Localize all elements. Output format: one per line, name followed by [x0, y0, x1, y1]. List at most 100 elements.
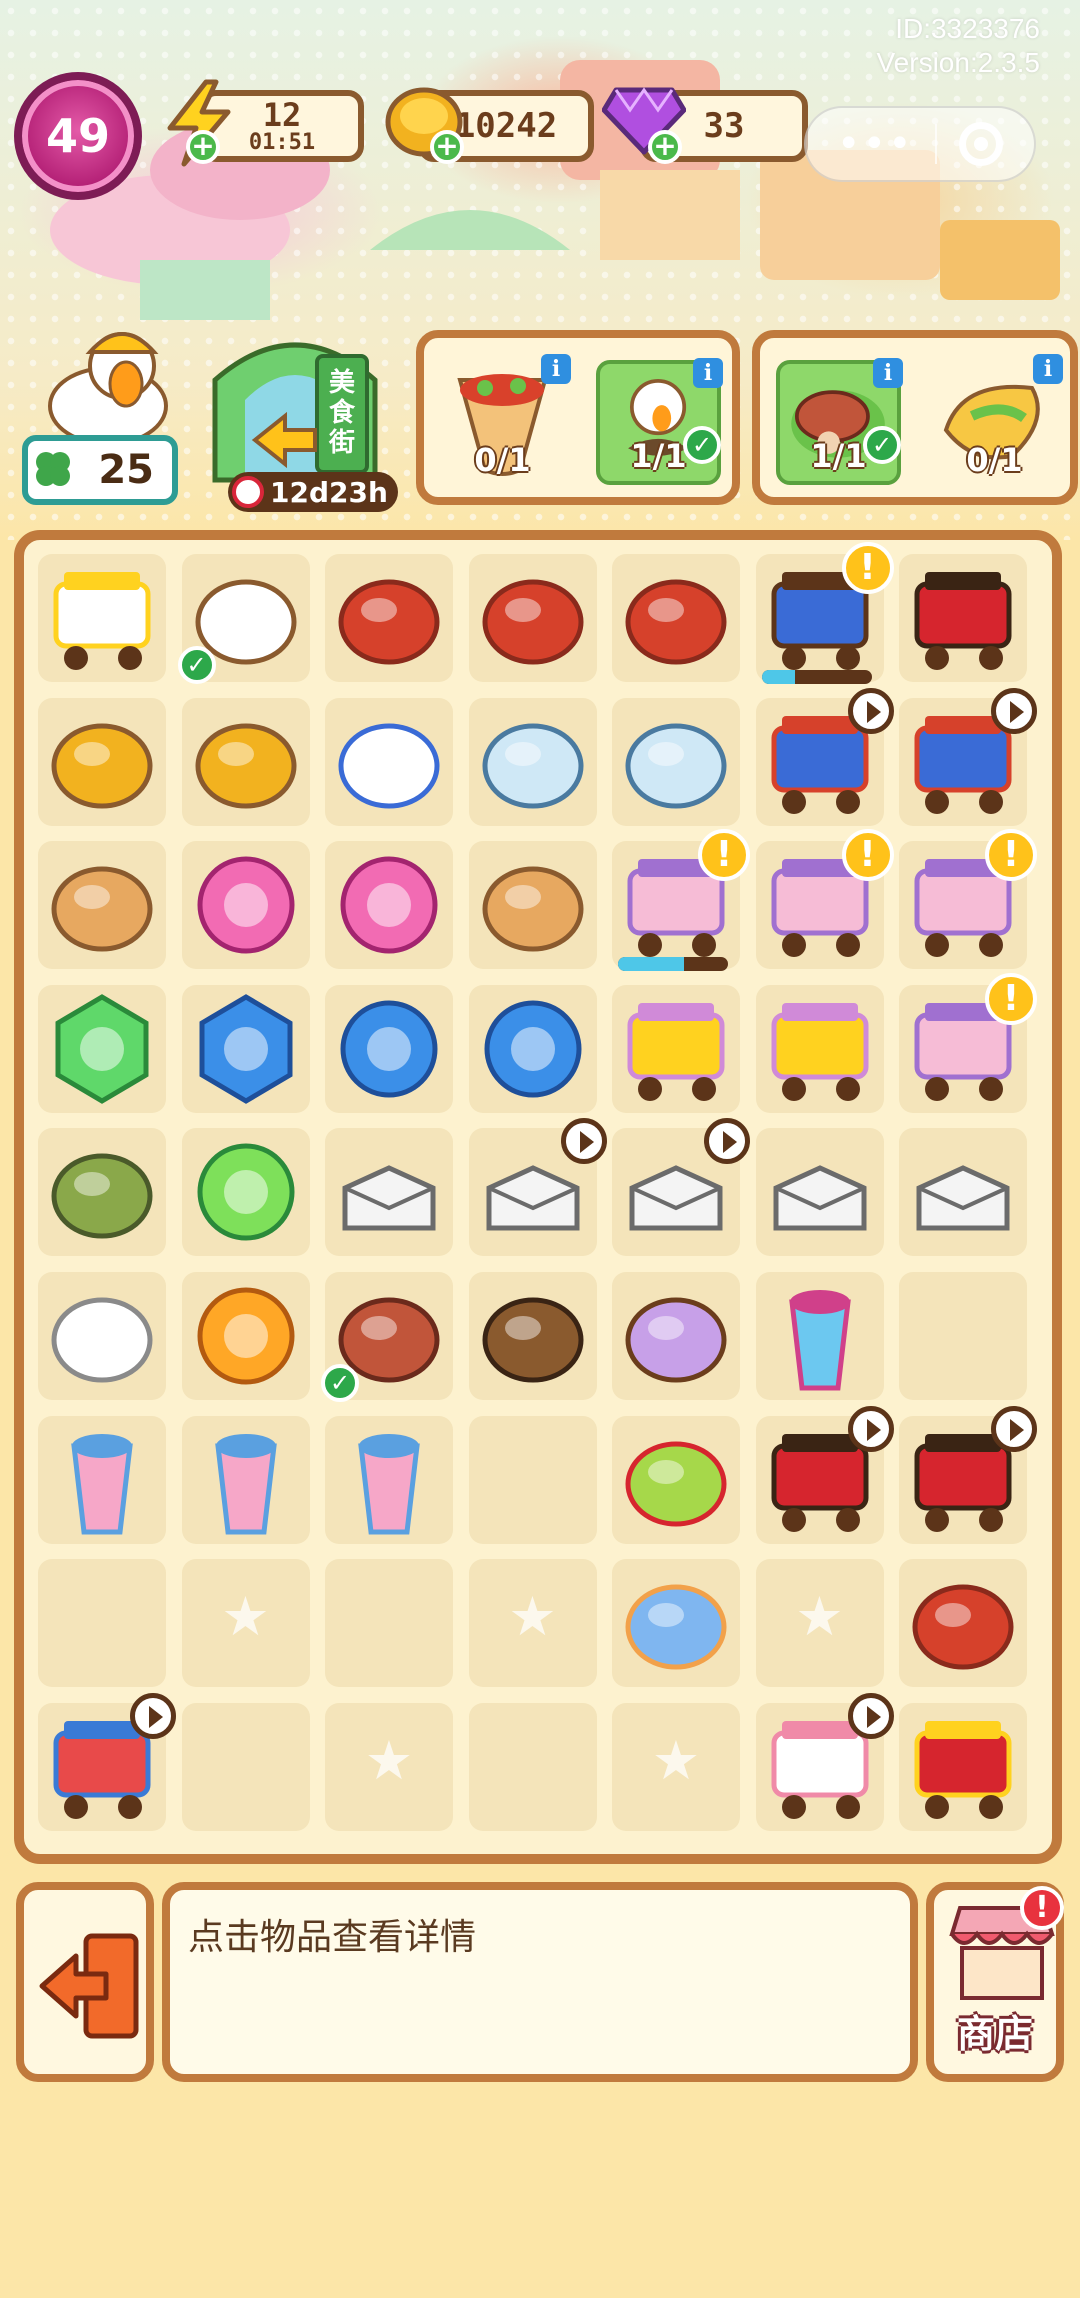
- order-item[interactable]: i 0/1: [932, 354, 1063, 485]
- order-progress: 0/1: [966, 441, 1023, 479]
- order-card-2[interactable]: i ✓ 1/1 i 0/1: [752, 330, 1078, 505]
- skewer-platter-icon: [482, 1297, 583, 1383]
- energy-progress-fill: [761, 670, 795, 684]
- timer-icon: [130, 1692, 176, 1739]
- order-item[interactable]: i ✓ 1/1: [776, 358, 903, 485]
- bunting-flags-icon: [625, 1584, 727, 1670]
- shaved-ice-icon: [788, 1290, 851, 1391]
- version-label: Version:2.3.5: [876, 47, 1040, 78]
- player-id: ID:3323376: [895, 13, 1040, 44]
- check-icon: ✓: [177, 646, 216, 684]
- alert-icon: !: [841, 542, 894, 594]
- empty-cell[interactable]: [899, 1272, 1027, 1400]
- lobster-icon: [338, 579, 440, 665]
- energy-progress-bar: [618, 957, 728, 972]
- order-card-1[interactable]: i 0/1 i ✓ 1/1: [416, 330, 740, 505]
- drink-stall-icon: [627, 1002, 725, 1101]
- rainbow-drink-icon: [214, 1433, 277, 1535]
- timer-icon: [560, 1118, 607, 1165]
- timer-icon: [991, 1405, 1037, 1452]
- takeout-box-icon: [342, 1165, 436, 1231]
- empty-cell[interactable]: [181, 1702, 310, 1831]
- add-energy-button[interactable]: +: [186, 130, 220, 164]
- alert-icon: !: [841, 829, 894, 882]
- locked-cell[interactable]: [325, 1702, 453, 1831]
- shop-label: 商店: [956, 2012, 1033, 2056]
- order-progress: 0/1: [474, 441, 531, 479]
- energy-progress-fill: [618, 957, 684, 972]
- fruit-basket-icon: [625, 1441, 727, 1527]
- player-level-badge[interactable]: 49: [14, 72, 142, 200]
- orange-energy-icon: [197, 1287, 294, 1385]
- exit-button[interactable]: [16, 1882, 154, 2082]
- drink-stall-icon: [771, 1002, 868, 1101]
- add-coins-button[interactable]: +: [430, 130, 464, 164]
- empty-cell[interactable]: [325, 1559, 453, 1688]
- info-icon[interactable]: i: [693, 358, 723, 388]
- merge-board: ✓ ! ! ! ! ! ✓ ★ ★ ★ ★ ★: [14, 530, 1062, 1864]
- duck-generator-icon: [53, 572, 151, 670]
- check-icon: ✓: [321, 1364, 359, 1402]
- worker-duck-icon[interactable]: [30, 318, 180, 448]
- pink-scissors-icon: [197, 856, 294, 954]
- order-item[interactable]: i 0/1: [440, 354, 571, 485]
- green-energy-icon: [197, 1143, 294, 1241]
- backpack-icon: [51, 1153, 153, 1239]
- alert-icon: !: [985, 972, 1037, 1025]
- locked-cell[interactable]: [181, 1559, 310, 1688]
- locked-cell[interactable]: [755, 1559, 884, 1688]
- order-progress: 1/1: [630, 437, 687, 475]
- more-dots-icon[interactable]: •••: [837, 121, 914, 167]
- coin-value: 10242: [454, 106, 558, 146]
- blue-scissors-icon: [340, 1000, 438, 1098]
- event-timer-value: 12d23h: [270, 475, 388, 509]
- info-icon[interactable]: i: [541, 354, 571, 384]
- player-level: 49: [45, 109, 110, 163]
- locked-cell[interactable]: [468, 1559, 597, 1688]
- takeout-box-icon: [916, 1165, 1010, 1231]
- timer-icon: [847, 1405, 894, 1452]
- add-gems-button[interactable]: +: [648, 130, 682, 164]
- shop-alert-icon: !: [1020, 1886, 1064, 1930]
- energy-generator-icon: [914, 1720, 1012, 1819]
- empty-cell[interactable]: [468, 1702, 597, 1831]
- energy-timer: 01:51: [248, 130, 316, 155]
- energy-progress-bar: [761, 670, 872, 684]
- rainbow-drink-icon: [358, 1433, 420, 1535]
- locked-cell[interactable]: [612, 1702, 740, 1831]
- order-item[interactable]: i ✓ 1/1: [596, 358, 723, 485]
- timer-icon: [704, 1118, 750, 1165]
- timer-icon: [847, 1692, 894, 1739]
- rainbow-drink-icon: [71, 1433, 133, 1535]
- empty-cell[interactable]: [468, 1415, 597, 1544]
- lobster-icon: [482, 579, 583, 665]
- alert-icon: !: [698, 829, 750, 882]
- timer-icon: [847, 687, 894, 734]
- item-detail-panel: 点击物品查看详情: [162, 1882, 918, 2082]
- build-info: ID:3323376 Version:2.3.5: [877, 12, 1040, 80]
- blue-hex-gem-icon: [199, 993, 292, 1104]
- order-progress: 1/1: [810, 437, 867, 475]
- coin-stack-icon: [195, 723, 296, 809]
- info-icon[interactable]: i: [1033, 354, 1063, 384]
- capsule-divider: [935, 124, 938, 164]
- empty-cell[interactable]: [38, 1559, 166, 1688]
- lobster-icon: [912, 1584, 1014, 1670]
- miniprogram-capsule: •••: [804, 106, 1036, 182]
- alert-icon: !: [985, 829, 1037, 882]
- blue-scissors-icon: [484, 1000, 581, 1098]
- noodle-box-icon: [773, 1165, 866, 1231]
- megaphone-icon: [338, 723, 440, 809]
- green-hex-gem-icon: [55, 993, 149, 1104]
- event-timer: 12d23h: [228, 472, 398, 512]
- info-icon[interactable]: i: [873, 358, 903, 388]
- item-detail-hint: 点击物品查看详情: [188, 1917, 477, 1958]
- target-ring-icon[interactable]: [959, 122, 1004, 166]
- shop-button[interactable]: ! 商店: [926, 1882, 1064, 2082]
- bbq-grill-icon: [914, 572, 1012, 670]
- energy-value: 12: [262, 96, 302, 134]
- string-lights-icon: [625, 1297, 727, 1383]
- coin-stack-icon: [51, 723, 153, 809]
- helper-count: 25: [98, 447, 154, 493]
- exit-door-icon: [39, 1933, 139, 2039]
